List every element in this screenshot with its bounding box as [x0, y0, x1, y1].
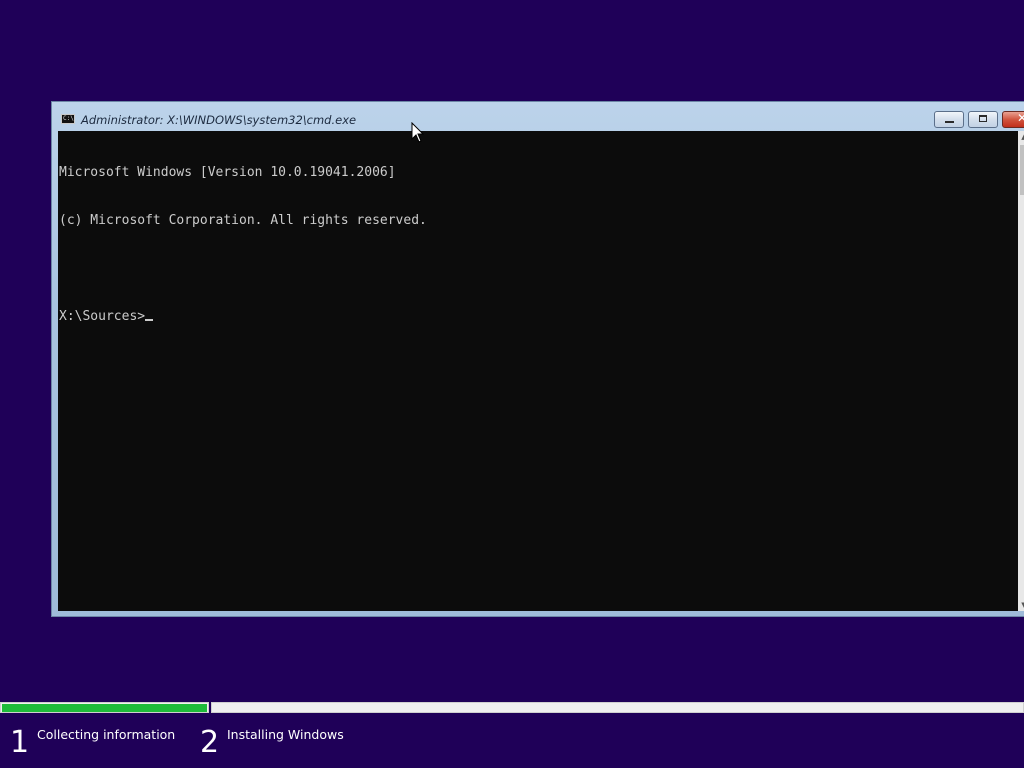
title-bar[interactable]: C:\ Administrator: X:\WINDOWS\system32\c…: [52, 102, 1024, 131]
window-title: Administrator: X:\WINDOWS\system32\cmd.e…: [81, 113, 357, 127]
step-label: Installing Windows: [227, 727, 344, 742]
console-line-copyright: (c) Microsoft Corporation. All rights re…: [59, 213, 427, 228]
setup-background: C:\ Administrator: X:\WINDOWS\system32\c…: [0, 0, 1024, 768]
console-prompt: X:\Sources>: [59, 309, 146, 324]
close-button[interactable]: ✕: [1002, 111, 1024, 128]
maximize-button[interactable]: [968, 111, 998, 128]
progress-segment-collecting: [0, 702, 209, 713]
close-icon: ✕: [1016, 111, 1024, 125]
scrollbar-thumb[interactable]: [1020, 145, 1024, 195]
cmd-icon: C:\: [61, 114, 75, 124]
minimize-button[interactable]: [934, 111, 964, 128]
console-prompt-line[interactable]: X:\Sources>: [59, 309, 1018, 325]
text-cursor: [145, 319, 154, 321]
mouse-pointer-icon: [411, 122, 425, 143]
console-output[interactable]: Microsoft Windows [Version 10.0.19041.20…: [58, 131, 1018, 611]
step-number: 2: [200, 725, 220, 760]
vertical-scrollbar[interactable]: ▲ ▼: [1018, 131, 1024, 611]
progress-segment-installing: [211, 702, 1024, 713]
setup-progress-bar: [0, 702, 1024, 713]
step-number: 1: [10, 725, 30, 760]
scroll-up-arrow-icon[interactable]: ▲: [1018, 131, 1024, 143]
maximize-icon: [979, 115, 987, 122]
console-line-blank: [59, 261, 1018, 277]
cmd-window[interactable]: C:\ Administrator: X:\WINDOWS\system32\c…: [51, 101, 1024, 617]
step-label: Collecting information: [37, 727, 176, 742]
console-line-version: Microsoft Windows [Version 10.0.19041.20…: [59, 165, 396, 180]
minimize-icon: [945, 121, 954, 123]
scroll-down-arrow-icon[interactable]: ▼: [1018, 599, 1024, 611]
progress-fill: [2, 704, 207, 712]
